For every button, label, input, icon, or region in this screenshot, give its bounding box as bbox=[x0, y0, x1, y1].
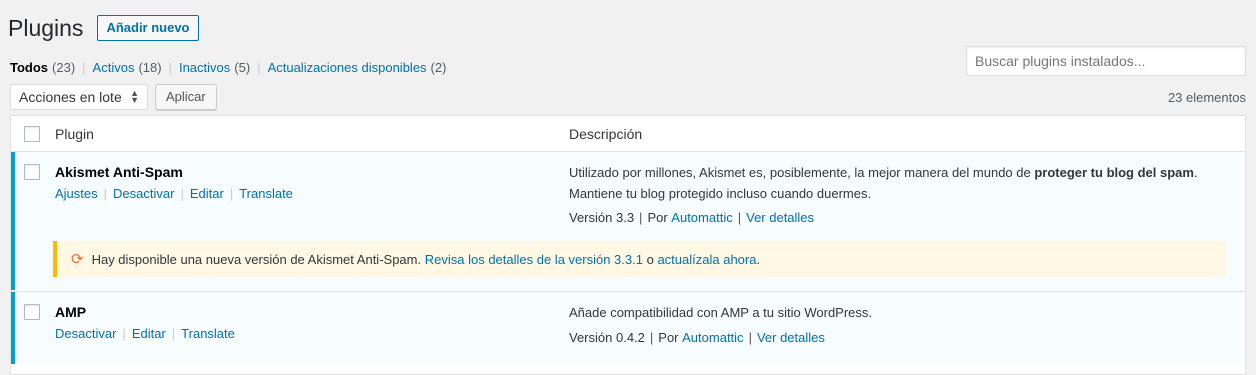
bulk-actions-selected: Acciones en lote bbox=[19, 89, 122, 105]
page-header: Plugins Añadir nuevo bbox=[8, 13, 199, 43]
row-checkbox[interactable] bbox=[24, 164, 40, 180]
update-icon: ⟳ bbox=[71, 250, 84, 268]
search-plugins-input[interactable] bbox=[966, 46, 1246, 76]
action-separator: | bbox=[180, 186, 184, 201]
filter-active-count: (18) bbox=[138, 60, 162, 75]
page-title: Plugins bbox=[8, 15, 84, 41]
view-details-link[interactable]: Ver detalles bbox=[757, 330, 825, 345]
meta-separator: | bbox=[737, 210, 742, 225]
update-or-text: o bbox=[646, 251, 654, 267]
update-notice: ⟳ Hay disponible una nueva versión de Ak… bbox=[53, 241, 1226, 277]
filter-inactive-count: (5) bbox=[234, 60, 251, 75]
select-all-checkbox[interactable] bbox=[24, 126, 40, 142]
filter-separator: | bbox=[257, 60, 261, 75]
table-row: AMP Desactivar | Editar | Translate Añad… bbox=[11, 291, 1245, 364]
edit-link[interactable]: Editar bbox=[132, 326, 166, 341]
plugin-name: Akismet Anti-Spam bbox=[55, 164, 183, 180]
filter-separator: | bbox=[168, 60, 172, 75]
translate-link[interactable]: Translate bbox=[239, 186, 293, 201]
translate-link[interactable]: Translate bbox=[181, 326, 235, 341]
action-separator: | bbox=[171, 326, 176, 341]
meta-separator: | bbox=[748, 330, 752, 345]
version-text: Versión 0.4.2 bbox=[569, 330, 645, 345]
update-end-text: . bbox=[756, 251, 761, 267]
filter-all[interactable]: Todos (23) bbox=[10, 60, 75, 75]
row-actions: Desactivar | Editar | Translate bbox=[55, 326, 235, 341]
settings-link[interactable]: Ajustes bbox=[55, 186, 98, 201]
column-plugin: Plugin bbox=[55, 126, 94, 142]
deactivate-link[interactable]: Desactivar bbox=[113, 186, 174, 201]
update-now-link[interactable]: actualízala ahora bbox=[657, 252, 756, 267]
filter-inactive-label[interactable]: Inactivos bbox=[179, 60, 230, 75]
table-header: Plugin Descripción bbox=[11, 116, 1245, 152]
filter-updates[interactable]: Actualizaciones disponibles (2) bbox=[268, 60, 447, 75]
bulk-actions-select[interactable]: Acciones en lote ▲ ▼ bbox=[10, 84, 148, 110]
row-actions: Ajustes | Desactivar | Editar | Translat… bbox=[55, 186, 293, 201]
update-text: Hay disponible una nueva versión de Akis… bbox=[91, 251, 422, 267]
filter-all-label[interactable]: Todos bbox=[10, 60, 48, 75]
plugins-table: Plugin Descripción Akismet Anti-Spam Aju… bbox=[10, 115, 1246, 375]
action-separator: | bbox=[229, 186, 234, 201]
filter-inactive[interactable]: Inactivos (5) bbox=[179, 60, 250, 75]
action-separator: | bbox=[122, 326, 126, 341]
version-line: Versión 3.3 | Por Automattic | Ver detal… bbox=[569, 210, 814, 225]
filter-separator: | bbox=[82, 60, 86, 75]
filter-active[interactable]: Activos (18) bbox=[93, 60, 162, 75]
filter-updates-count: (2) bbox=[430, 60, 447, 75]
version-line: Versión 0.4.2 | Por Automattic | Ver det… bbox=[569, 330, 825, 345]
add-new-button[interactable]: Añadir nuevo bbox=[97, 15, 199, 41]
author-link[interactable]: Automattic bbox=[682, 330, 743, 345]
version-details-link[interactable]: Revisa los detalles de la versión 3.3.1 bbox=[425, 252, 643, 267]
plugin-description: Añade compatibilidad con AMP a tu sitio … bbox=[569, 305, 873, 320]
author-link[interactable]: Automattic bbox=[671, 210, 732, 225]
status-filters: Todos (23) | Activos (18) | Inactivos (5… bbox=[10, 60, 446, 75]
view-details-link[interactable]: Ver detalles bbox=[746, 210, 814, 225]
column-description: Descripción bbox=[569, 126, 643, 142]
meta-separator: | bbox=[639, 210, 643, 225]
deactivate-link[interactable]: Desactivar bbox=[55, 326, 116, 341]
filter-updates-label[interactable]: Actualizaciones disponibles bbox=[268, 60, 427, 75]
filter-active-label[interactable]: Activos bbox=[93, 60, 135, 75]
row-checkbox[interactable] bbox=[24, 304, 40, 320]
edit-link[interactable]: Editar bbox=[190, 186, 224, 201]
select-arrows-icon: ▲ ▼ bbox=[130, 88, 139, 105]
meta-separator: | bbox=[649, 330, 654, 345]
by-text: Por bbox=[658, 330, 679, 345]
by-text: Por bbox=[647, 210, 668, 225]
filter-all-count: (23) bbox=[52, 60, 76, 75]
apply-button[interactable]: Aplicar bbox=[155, 84, 217, 110]
action-separator: | bbox=[103, 186, 108, 201]
version-text: Versión 3.3 bbox=[569, 210, 635, 225]
plugin-description: Utilizado por millones, Akismet es, posi… bbox=[569, 162, 1229, 204]
plugin-name: AMP bbox=[55, 304, 87, 320]
items-count: 23 elementos bbox=[1167, 90, 1246, 105]
description-text: Utilizado por millones, Akismet es, posi… bbox=[569, 165, 1035, 180]
description-emphasis: proteger tu blog del spam bbox=[1034, 165, 1194, 180]
